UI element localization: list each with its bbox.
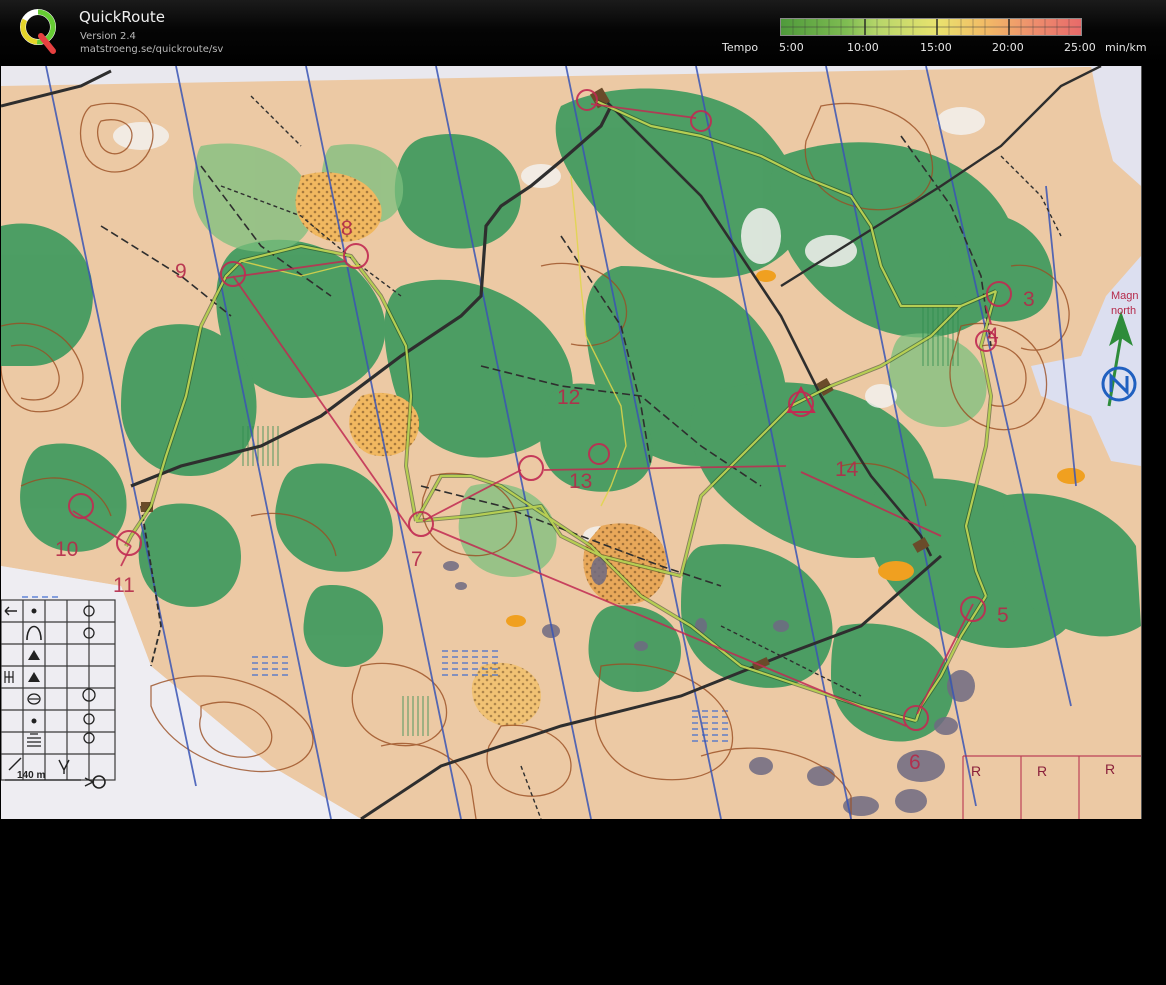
control-number: 5	[997, 604, 1009, 627]
control-number: 3	[1023, 288, 1035, 311]
control-description-table: 140 m	[1, 599, 116, 790]
app-title: QuickRoute	[79, 8, 165, 26]
control-number: 13	[569, 470, 592, 493]
control-number: 7	[411, 548, 423, 571]
grid-letter: R	[1037, 763, 1047, 779]
control-number: 12	[557, 386, 580, 409]
control-number: 14	[835, 458, 859, 481]
tempo-label: Tempo	[722, 41, 759, 54]
control-number: 9	[175, 260, 187, 283]
app-url: matstroeng.se/quickroute/sv	[80, 44, 224, 55]
course-length-label: 140 m	[17, 770, 45, 781]
tempo-tick-label: 25:00	[1064, 41, 1096, 54]
magnetic-north-text: Magn	[1111, 290, 1139, 302]
magnetic-north-text: north	[1111, 305, 1136, 317]
app-version: Version 2.4	[80, 31, 136, 42]
tempo-tick-label: 20:00	[992, 41, 1024, 54]
quickroute-logo-icon	[20, 9, 56, 54]
control-number: 11	[113, 574, 135, 597]
tempo-tick-label: 5:00	[779, 41, 804, 54]
tempo-color-scale	[780, 18, 1082, 36]
control-number: 10	[55, 538, 78, 561]
control-number: 4	[987, 324, 999, 347]
map-viewport[interactable]: 8 9 12 13 14 3 4 5 6 7 10 11 Magn north	[1, 66, 1142, 819]
grid-letter: R	[1105, 761, 1115, 777]
control-number: 8	[341, 217, 353, 240]
app-header: QuickRoute Version 2.4 matstroeng.se/qui…	[0, 0, 1166, 64]
tempo-unit-label: min/km	[1105, 41, 1147, 54]
tempo-tick-label: 15:00	[920, 41, 952, 54]
control-number: 6	[909, 751, 921, 774]
tempo-tick-label: 10:00	[847, 41, 879, 54]
grid-letter: R	[971, 763, 981, 779]
orienteering-map[interactable]: 8 9 12 13 14 3 4 5 6 7 10 11 Magn north	[1, 66, 1141, 819]
